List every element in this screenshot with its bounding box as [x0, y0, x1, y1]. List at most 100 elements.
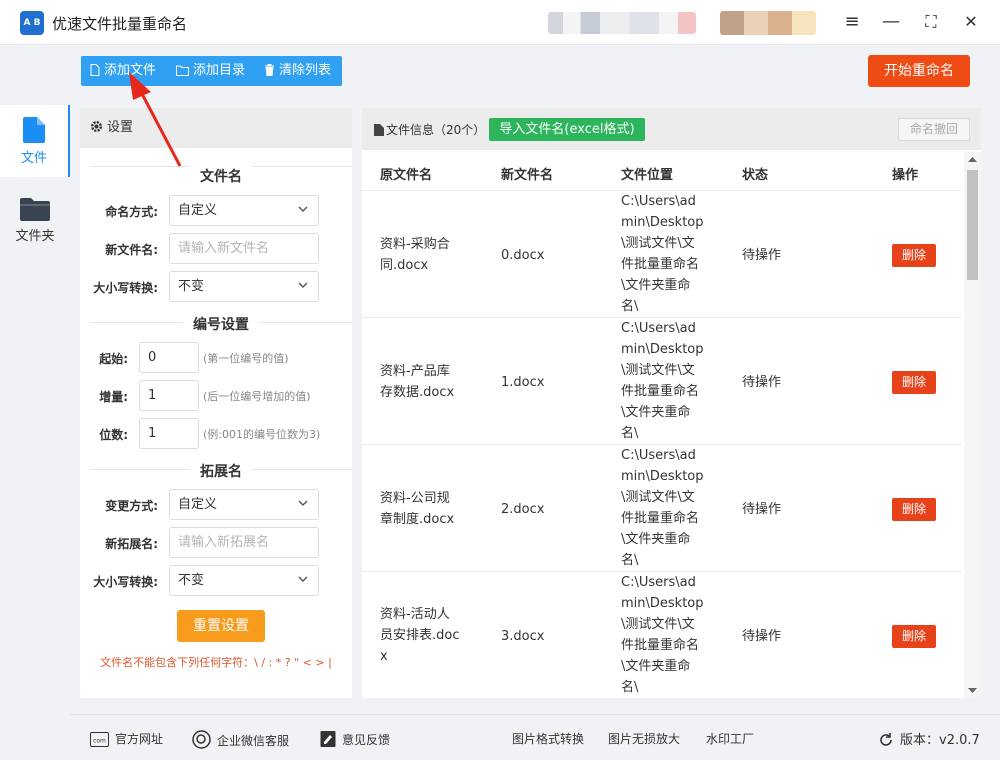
feedback-link[interactable]: 意见反馈: [320, 730, 390, 748]
close-icon[interactable]: ✕: [958, 9, 984, 35]
ext-case-value: 不变: [178, 573, 205, 588]
left-nav: 文件 文件夹: [0, 45, 70, 715]
start-number-input[interactable]: 0: [139, 342, 199, 373]
naming-mode-select[interactable]: 自定义: [169, 195, 319, 226]
delete-row-button[interactable]: 删除: [892, 497, 936, 521]
file-location-line: \文件夹重命: [621, 278, 691, 293]
ext-mode-label: 变更方式:: [105, 499, 158, 513]
file-location-line: \文件夹重命: [621, 659, 691, 674]
filename-section-title: 文件名: [190, 166, 252, 186]
account-info-blurred[interactable]: [548, 12, 696, 34]
settings-header: 设置: [80, 108, 352, 148]
image-format-convert-link[interactable]: 图片格式转换: [512, 730, 584, 747]
table-row[interactable]: 资料-活动人 员安排表.doc x 3.docx C:\Users\ad min\Desk…: [362, 571, 962, 698]
file-location-line: 名\: [621, 680, 639, 695]
delete-row-button[interactable]: 删除: [892, 624, 936, 648]
file-list-panel: 文件信息（20个） 导入文件名(excel格式) 命名撤回 原文件名 新文件名 …: [362, 108, 981, 698]
watermark-factory-link[interactable]: 水印工厂: [706, 730, 754, 747]
table-row[interactable]: 资料-采购合 同.docx 0.docx C:\Users\ad min\Desktop…: [362, 190, 962, 317]
table-scrollbar[interactable]: [964, 152, 981, 698]
file-list-header: 文件信息（20个） 导入文件名(excel格式) 命名撤回: [362, 108, 981, 150]
ext-mode-select[interactable]: 自定义: [169, 489, 319, 520]
trash-icon: [265, 64, 274, 76]
original-filename-line: 资料-产品库: [380, 363, 450, 379]
step-label: 增量:: [99, 390, 128, 404]
status-text: 待操作: [742, 501, 782, 517]
status-text: 待操作: [742, 628, 782, 644]
column-original-name: 原文件名: [380, 168, 433, 183]
nav-item-file[interactable]: 文件: [0, 105, 70, 177]
nav-item-folder[interactable]: 文件夹: [0, 185, 70, 257]
ext-case-select[interactable]: 不变: [169, 565, 319, 596]
step-input[interactable]: 1: [139, 380, 199, 411]
app-logo: A B: [20, 11, 44, 35]
file-icon: [23, 117, 45, 143]
minimize-icon[interactable]: —: [878, 9, 904, 35]
file-location-line: \测试文件\文: [621, 363, 695, 378]
scroll-down-icon[interactable]: [968, 688, 977, 694]
scrollbar-thumb[interactable]: [967, 170, 978, 280]
file-location-line: C:\Users\ad: [621, 448, 696, 463]
new-name-input[interactable]: 请输入新文件名: [169, 233, 319, 264]
start-hint: (第一位编号的值): [203, 352, 289, 365]
wechat-support-label: 企业微信客服: [217, 734, 290, 748]
invalid-chars-warning: 文件名不能包含下列任何字符：\ / : * ? " < > |: [100, 656, 332, 669]
file-location-line: C:\Users\ad: [621, 194, 696, 209]
naming-mode-value: 自定义: [178, 203, 218, 218]
file-location: C:\Users\ad min\Desktop \测试文件\文 件批量重命名 \文件夹重…: [621, 572, 704, 698]
feedback-label: 意见反馈: [342, 733, 391, 747]
file-location-line: \测试文件\文: [621, 490, 695, 505]
digits-hint: (例:001的编号位数为3): [203, 428, 321, 441]
image-lossless-enlarge-link[interactable]: 图片无损放大: [608, 730, 680, 747]
file-location-line: \文件夹重命: [621, 532, 691, 547]
table-row[interactable]: 资料-公司规 章制度.docx 2.docx C:\Users\ad min\Deskt…: [362, 444, 962, 571]
chat-icon: [192, 730, 211, 749]
avatar-blurred[interactable]: [720, 11, 816, 35]
nav-label-file: 文件: [20, 151, 47, 166]
menu-icon[interactable]: ≡: [839, 9, 865, 35]
gear-icon: [90, 120, 103, 133]
title-bar: A B 优速文件批量重命名 ≡ — ⛶ ✕: [0, 0, 1000, 45]
version-info[interactable]: 版本：v2.0.7: [878, 729, 980, 748]
case-label: 大小写转换:: [93, 281, 158, 295]
ext-case-label: 大小写转换:: [93, 575, 158, 589]
original-filename-line: 资料-采购合: [380, 236, 450, 252]
ext-mode-value: 自定义: [178, 497, 218, 512]
original-filename: 资料-采购合 同.docx: [380, 234, 490, 276]
table-row[interactable]: 资料-产品库 存数据.docx 1.docx C:\Users\ad min\Deskt…: [362, 317, 962, 444]
undo-rename-button[interactable]: 命名撤回: [898, 118, 970, 141]
delete-row-button[interactable]: 删除: [892, 243, 936, 267]
maximize-icon[interactable]: ⛶: [918, 9, 944, 35]
new-filename: 2.docx: [501, 501, 545, 517]
add-file-button[interactable]: 添加文件: [90, 56, 156, 86]
file-toolbar: 添加文件 添加目录 清除列表: [81, 56, 342, 86]
status-text: 待操作: [742, 247, 782, 263]
scroll-up-icon[interactable]: [968, 156, 977, 162]
delete-row-button[interactable]: 删除: [892, 370, 936, 394]
nav-label-folder: 文件夹: [15, 229, 55, 244]
start-label: 起始:: [99, 352, 128, 366]
wechat-support-link[interactable]: 企业微信客服: [192, 730, 289, 749]
file-location-line: 件批量重命名: [621, 384, 700, 399]
numbering-section-title: 编号设置: [183, 314, 259, 334]
column-status: 状态: [742, 168, 769, 183]
official-website-label: 官方网址: [115, 732, 164, 746]
document-icon: [90, 64, 100, 76]
website-icon-text: com: [93, 738, 106, 745]
original-filename-line: 资料-公司规: [380, 490, 450, 506]
file-location-line: 件批量重命名: [621, 511, 700, 526]
start-rename-button[interactable]: 开始重命名: [868, 55, 970, 87]
website-icon: com: [90, 732, 109, 747]
import-excel-button[interactable]: 导入文件名(excel格式): [489, 118, 645, 141]
official-website-link[interactable]: com 官方网址: [90, 730, 163, 747]
document-icon: [374, 124, 384, 136]
clear-list-button[interactable]: 清除列表: [264, 56, 331, 86]
digits-input[interactable]: 1: [139, 418, 199, 449]
add-directory-button[interactable]: 添加目录: [176, 56, 245, 86]
case-select[interactable]: 不变: [169, 271, 319, 302]
feedback-icon: [320, 731, 336, 747]
file-info-title: 文件信息（20个）: [374, 121, 485, 138]
folder-outline-icon: [176, 65, 189, 76]
new-ext-input[interactable]: 请输入新拓展名: [169, 527, 319, 558]
reset-settings-button[interactable]: 重置设置: [177, 610, 265, 642]
